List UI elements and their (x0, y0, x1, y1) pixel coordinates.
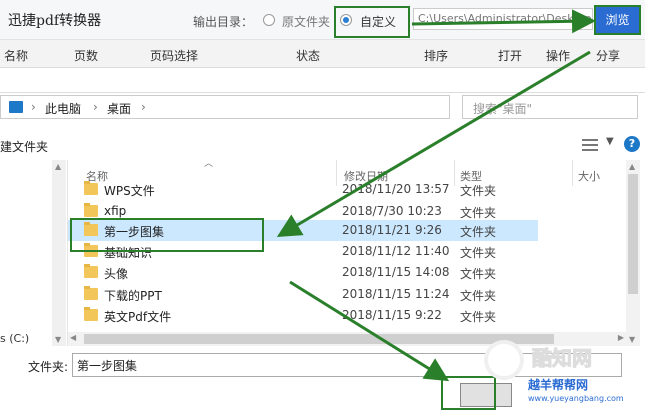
list-item[interactable]: 下载的PPT 2018/11/15 11:24 文件夹 (68, 284, 538, 305)
item-type: 文件夹 (460, 184, 497, 198)
item-name: 头像 (104, 267, 129, 281)
folder-icon (84, 307, 98, 321)
item-date: 2018/11/15 14:08 (342, 265, 450, 279)
item-type: 文件夹 (460, 267, 497, 281)
folder-icon (84, 181, 98, 195)
col-operate: 操作 (546, 49, 571, 63)
watermark: 酷知网 越羊帮帮网 www.yueyangbang.com (470, 336, 645, 412)
watermark-brand: 酷知网 (532, 346, 593, 371)
sort-caret-icon: ︿ (204, 159, 214, 169)
col-name: 名称 (4, 49, 29, 63)
item-type: 文件夹 (460, 289, 497, 303)
scroll-left-icon[interactable]: ◀ (70, 333, 76, 342)
highlight-selected-folder (70, 218, 264, 252)
folder-icon (84, 286, 98, 300)
help-icon[interactable]: ? (624, 136, 640, 152)
list-col-size[interactable]: 大小 (578, 168, 600, 184)
nav-drive-c[interactable]: s (C:) (0, 332, 29, 345)
new-folder-button[interactable]: 建文件夹 (0, 138, 48, 155)
folder-icon (84, 203, 98, 217)
watermark-logo-icon (484, 340, 524, 380)
scroll-down-icon[interactable]: ▼ (55, 335, 61, 344)
col-pages: 页数 (74, 49, 99, 63)
file-table-header: 名称 页数 页码选择 状态 排序 打开 操作 分享 (0, 40, 645, 68)
watermark-sub: 越羊帮帮网 (528, 378, 589, 392)
item-type: 文件夹 (460, 246, 497, 260)
item-type: 文件夹 (460, 310, 497, 324)
item-type: 文件夹 (460, 206, 497, 220)
item-date: 2018/11/15 9:22 (342, 308, 442, 322)
col-page-select: 页码选择 (150, 49, 199, 63)
item-date: 2018/11/12 11:40 (342, 244, 450, 258)
search-box[interactable]: 搜索"桌面" (462, 95, 638, 119)
folder-field-label: 文件夹: (28, 360, 69, 374)
scroll-thumb[interactable] (628, 174, 638, 294)
item-date: 2018/11/21 9:26 (342, 223, 442, 237)
option-source-folder-label[interactable]: 原文件夹 (282, 13, 330, 30)
column-divider[interactable] (572, 160, 573, 186)
output-dir-label: 输出目录： (193, 15, 254, 29)
item-name: 英文Pdf文件 (104, 310, 172, 324)
list-item[interactable]: WPS文件 2018/11/20 13:57 文件夹 (68, 179, 538, 200)
list-item[interactable]: 英文Pdf文件 2018/11/15 9:22 文件夹 (68, 305, 538, 326)
item-type: 文件夹 (460, 225, 497, 239)
scroll-up-icon[interactable]: ▲ (629, 162, 635, 171)
col-open: 打开 (498, 49, 523, 63)
breadcrumb-desktop[interactable]: 桌面 (107, 100, 131, 117)
highlight-custom-box (334, 6, 410, 38)
item-date: 2018/11/20 13:57 (342, 182, 450, 196)
list-scrollbar[interactable]: ▲ ▼ (626, 160, 640, 346)
list-item[interactable]: 头像 2018/11/15 14:08 文件夹 (68, 262, 538, 283)
item-date: 2018/7/30 10:23 (342, 204, 442, 218)
watermark-url: www.yueyangbang.com (528, 394, 624, 403)
item-date: 2018/11/15 11:24 (342, 287, 450, 301)
chevron-right-icon: › (93, 100, 98, 114)
item-name: 下载的PPT (104, 289, 162, 303)
col-status: 状态 (296, 49, 321, 63)
app-header: 迅捷pdf转换器 输出目录： 原文件夹 自定义 C:\Users\Adminis… (0, 0, 645, 40)
chevron-down-icon[interactable]: ▼ (606, 136, 614, 147)
app-title: 迅捷pdf转换器 (8, 13, 102, 29)
folder-icon (84, 264, 98, 278)
search-placeholder: 搜索"桌面" (473, 102, 533, 116)
output-path-field[interactable]: C:\Users\Administrator\Desktop (413, 8, 593, 30)
radio-source-folder[interactable] (263, 14, 275, 26)
nav-scrollbar[interactable]: ▲ ▼ (52, 160, 66, 346)
breadcrumb-this-pc[interactable]: 此电脑 (45, 100, 81, 117)
chevron-right-icon: › (141, 100, 146, 114)
item-name: xfip (104, 204, 127, 218)
address-bar[interactable]: › 此电脑 › 桌面 › (0, 95, 450, 119)
item-name: WPS文件 (104, 184, 155, 198)
browse-button[interactable]: 浏览 (594, 5, 641, 35)
scroll-up-icon[interactable]: ▲ (55, 162, 61, 171)
col-sort: 排序 (424, 49, 449, 63)
monitor-icon (9, 101, 23, 113)
col-share: 分享 (596, 49, 621, 63)
view-options-icon[interactable] (582, 139, 598, 151)
chevron-right-icon: › (31, 100, 36, 114)
